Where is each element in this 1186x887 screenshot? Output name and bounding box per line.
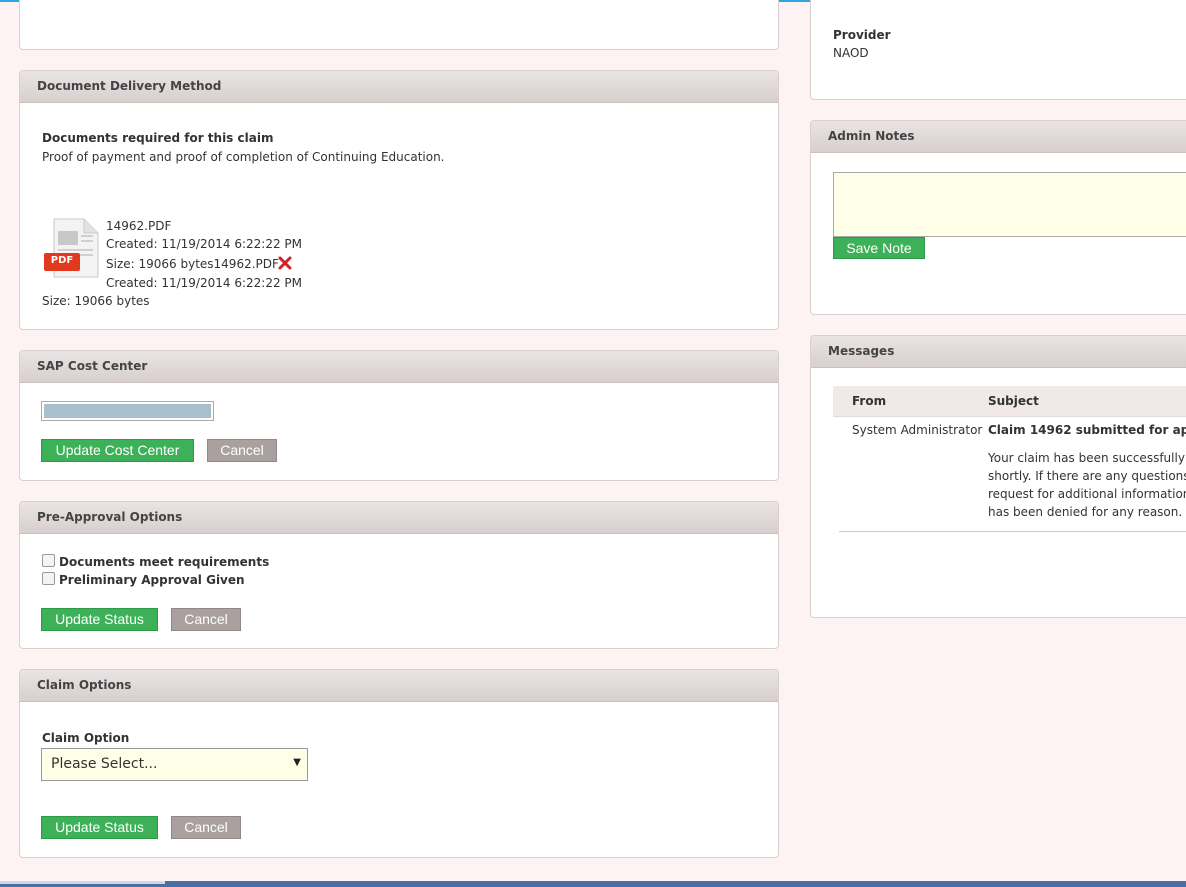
documents-meet-checkbox[interactable] (42, 554, 55, 567)
chevron-down-icon: ▼ (293, 757, 301, 768)
cost-center-input[interactable] (44, 404, 211, 418)
file-size-name: Size: 19066 bytes14962.PDF (106, 257, 279, 271)
messages-title: Messages (811, 336, 1186, 368)
message-body-line-2: shortly. If there are any questions (988, 469, 1186, 483)
documents-meet-label: Documents meet requirements (59, 555, 270, 569)
column-from: From (852, 394, 887, 408)
file-created-2: Created: 11/19/2014 6:22:22 PM (106, 276, 302, 290)
taskbar-strip (0, 881, 1186, 887)
sap-cost-center-panel: SAP Cost Center Update Cost Center Cance… (19, 350, 779, 481)
messages-panel: Messages From Subject System Administrat… (810, 335, 1186, 618)
pdf-icon-label: PDF (50, 255, 74, 266)
message-from: System Administrator (852, 423, 983, 437)
message-row-divider (839, 531, 1186, 532)
preliminary-approval-label: Preliminary Approval Given (59, 573, 245, 587)
column-subject: Subject (988, 394, 1039, 408)
claim-options-cancel-button[interactable]: Cancel (171, 816, 241, 839)
message-body-line-4: has been denied for any reason. (988, 505, 1183, 519)
previous-panel (19, 0, 779, 50)
pre-approval-title: Pre-Approval Options (20, 502, 778, 534)
documents-required-heading: Documents required for this claim (42, 131, 274, 145)
save-note-button[interactable]: Save Note (833, 237, 925, 259)
claim-options-title: Claim Options (20, 670, 778, 702)
claim-options-update-button[interactable]: Update Status (41, 816, 158, 839)
document-delivery-panel: Document Delivery Method Documents requi… (19, 70, 779, 330)
update-cost-center-button[interactable]: Update Cost Center (41, 439, 194, 462)
pre-approval-panel: Pre-Approval Options Documents meet requ… (19, 501, 779, 649)
admin-notes-panel: Admin Notes Save Note (810, 120, 1186, 315)
file-created: Created: 11/19/2014 6:22:22 PM (106, 237, 302, 251)
file-name[interactable]: 14962.PDF (106, 219, 171, 233)
message-subject[interactable]: Claim 14962 submitted for appro (988, 423, 1186, 437)
claim-option-label: Claim Option (42, 731, 130, 745)
claim-options-panel: Claim Options Claim Option Please Select… (19, 669, 779, 858)
message-body-line-3: request for additional information (988, 487, 1186, 501)
documents-required-text: Proof of payment and proof of completion… (42, 150, 445, 164)
cost-center-input-box (41, 401, 214, 421)
admin-notes-title: Admin Notes (811, 121, 1186, 153)
sap-cost-center-title: SAP Cost Center (20, 351, 778, 383)
claim-option-selected: Please Select... (51, 756, 158, 772)
delete-file-icon[interactable] (278, 255, 292, 270)
provider-value: NAOD (833, 46, 869, 60)
document-delivery-title: Document Delivery Method (20, 71, 778, 103)
provider-label: Provider (833, 28, 891, 42)
message-body-line-1: Your claim has been successfully s (988, 451, 1186, 465)
admin-note-textarea[interactable] (833, 172, 1186, 237)
cost-center-cancel-button[interactable]: Cancel (207, 439, 277, 462)
pdf-file-icon[interactable]: PDF (44, 217, 100, 279)
provider-panel: Provider NAOD (810, 0, 1186, 100)
claim-option-select[interactable]: Please Select... ▼ (41, 748, 308, 781)
preliminary-approval-checkbox[interactable] (42, 572, 55, 585)
file-size: Size: 19066 bytes (42, 294, 150, 308)
pre-approval-update-button[interactable]: Update Status (41, 608, 158, 631)
pre-approval-cancel-button[interactable]: Cancel (171, 608, 241, 631)
